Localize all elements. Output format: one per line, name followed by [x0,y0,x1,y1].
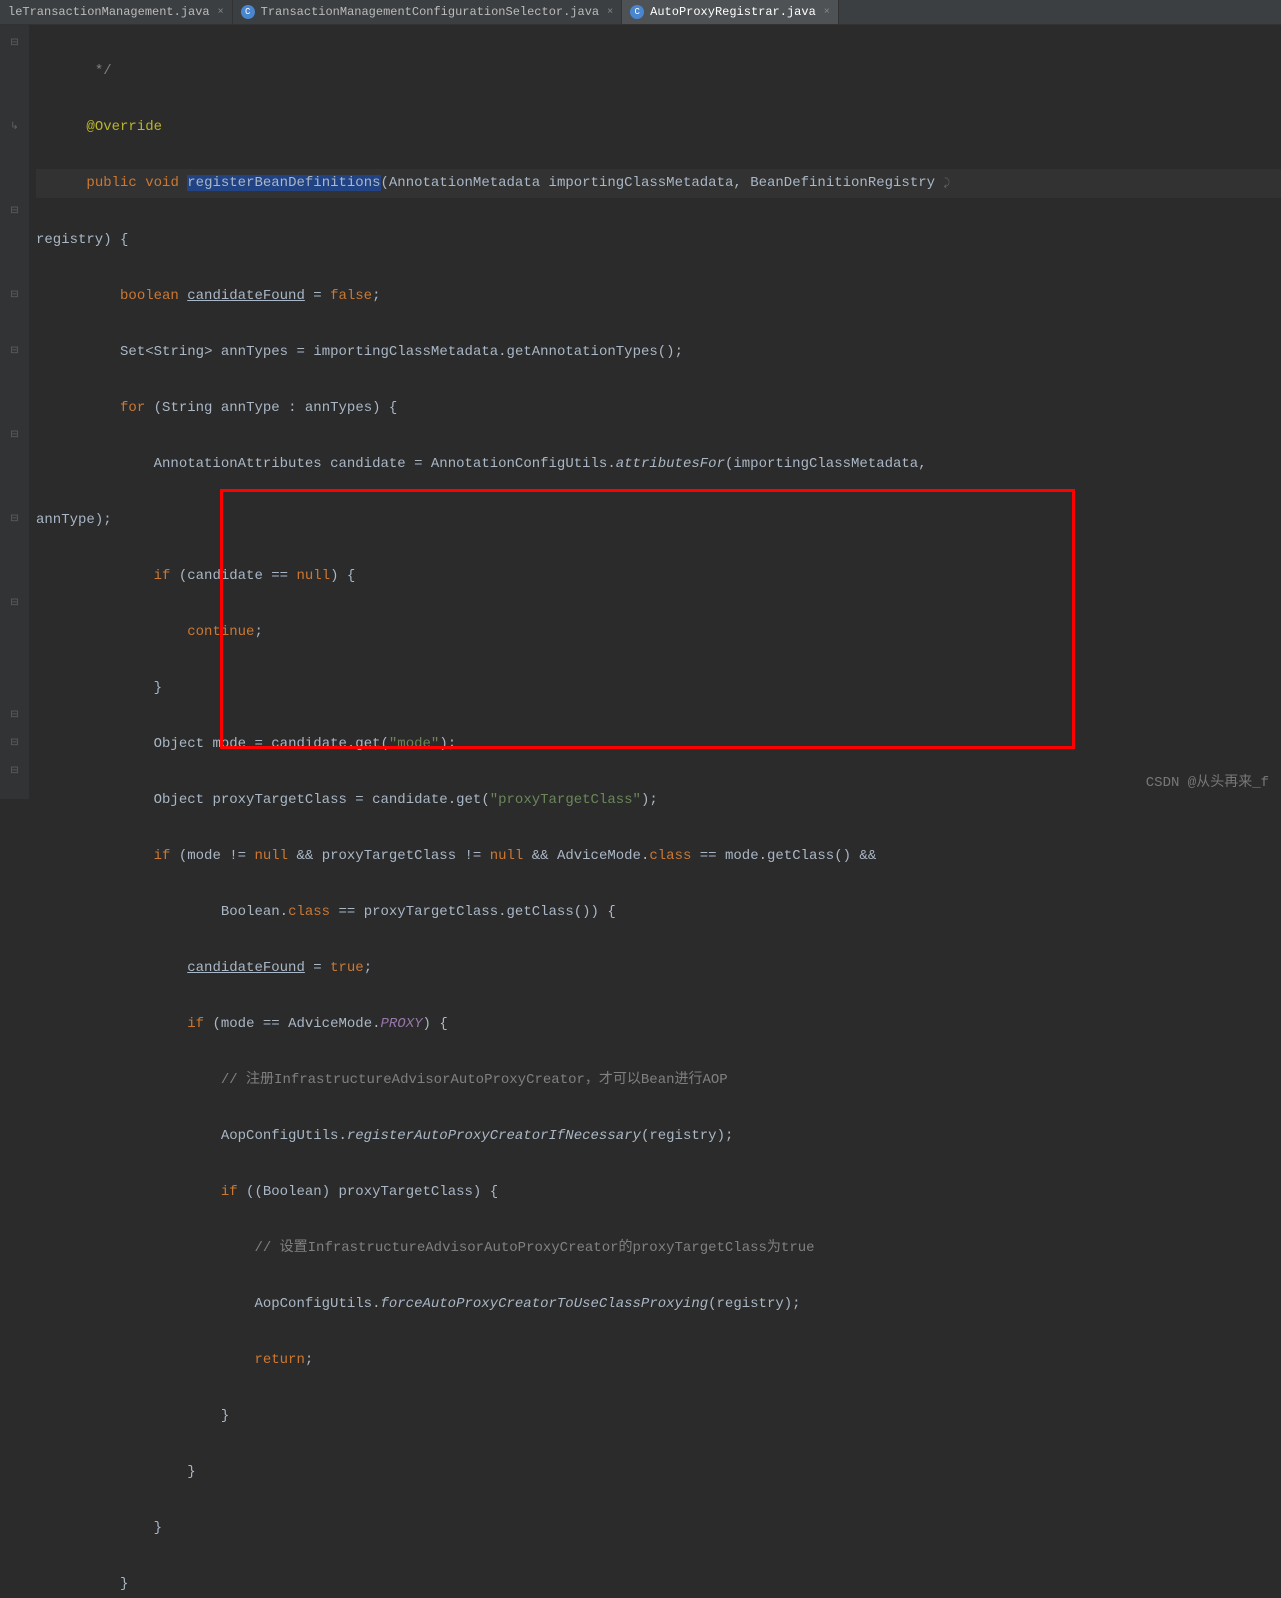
fold-icon[interactable]: ⊟ [0,505,29,533]
code-line: registry) { [36,226,1281,254]
tab-label: AutoProxyRegistrar.java [650,5,816,19]
code-line: Set<String> annTypes = importingClassMet… [36,338,1281,366]
code-line: AnnotationAttributes candidate = Annotat… [36,450,1281,478]
code-line: // 设置InfrastructureAdvisorAutoProxyCreat… [36,1234,1281,1262]
code-content[interactable]: */ @Override public void registerBeanDef… [30,25,1281,799]
tab-file-2[interactable]: C TransactionManagementConfigurationSele… [233,0,622,24]
code-line: continue; [36,618,1281,646]
fold-icon[interactable] [0,673,29,701]
fold-icon[interactable] [0,617,29,645]
fold-icon[interactable] [0,645,29,673]
fold-icon[interactable]: ⊟ [0,589,29,617]
fold-icon[interactable] [0,85,29,113]
fold-icon[interactable] [0,533,29,561]
editor-area: ⊟ ↳ ⊟ ⊟ ⊟ ⊟ ⊟ ⊟ ⊟ ⊟ ⊟ */ @Override publi… [0,25,1281,799]
fold-icon[interactable]: ⊟ [0,29,29,57]
class-icon: C [241,5,255,19]
code-line: // 注册InfrastructureAdvisorAutoProxyCreat… [36,1066,1281,1094]
code-line: Boolean.class == proxyTargetClass.getCla… [36,898,1281,926]
code-line: for (String annType : annTypes) { [36,394,1281,422]
fold-icon[interactable] [0,365,29,393]
fold-icon[interactable] [0,57,29,85]
tab-label: TransactionManagementConfigurationSelect… [261,5,599,19]
tab-label: leTransactionManagement.java [8,5,210,19]
code-line: */ [36,57,1281,85]
code-line: Object mode = candidate.get("mode"); [36,730,1281,758]
fold-icon[interactable] [0,309,29,337]
fold-icon[interactable]: ↳ [0,113,29,141]
class-icon: C [630,5,644,19]
watermark: CSDN @从头再来_f [1146,771,1269,791]
fold-icon[interactable] [0,141,29,169]
code-line: } [36,1514,1281,1542]
code-line: annType); [36,506,1281,534]
fold-icon[interactable]: ⊟ [0,197,29,225]
fold-icon[interactable]: ⊟ [0,337,29,365]
code-line: candidateFound = true; [36,954,1281,982]
fold-icon[interactable] [0,225,29,253]
code-line: return; [36,1346,1281,1374]
close-icon[interactable]: × [218,7,224,18]
code-line: if ((Boolean) proxyTargetClass) { [36,1178,1281,1206]
fold-icon[interactable]: ⊟ [0,701,29,729]
gutter: ⊟ ↳ ⊟ ⊟ ⊟ ⊟ ⊟ ⊟ ⊟ ⊟ ⊟ [0,25,30,799]
close-icon[interactable]: × [824,7,830,18]
fold-icon[interactable] [0,561,29,589]
method-name: registerBeanDefinitions [187,175,380,191]
code-line: } [36,1458,1281,1486]
tab-file-1[interactable]: leTransactionManagement.java × [0,0,233,24]
code-line: } [36,1402,1281,1430]
code-line: public void registerBeanDefinitions(Anno… [36,169,1281,198]
code-line: } [36,674,1281,702]
code-line: } [36,1570,1281,1598]
fold-icon[interactable] [0,393,29,421]
fold-icon[interactable]: ⊟ [0,729,29,757]
code-line: if (mode != null && proxyTargetClass != … [36,842,1281,870]
code-line: if (candidate == null) { [36,562,1281,590]
code-line: AopConfigUtils.registerAutoProxyCreatorI… [36,1122,1281,1150]
fold-icon[interactable]: ⊟ [0,281,29,309]
fold-icon[interactable] [0,477,29,505]
code-line: if (mode == AdviceMode.PROXY) { [36,1010,1281,1038]
tab-file-3[interactable]: C AutoProxyRegistrar.java × [622,0,839,24]
close-icon[interactable]: × [607,7,613,18]
code-line: Object proxyTargetClass = candidate.get(… [36,786,1281,814]
fold-icon[interactable] [0,449,29,477]
fold-icon[interactable] [0,253,29,281]
fold-icon[interactable]: ⊟ [0,421,29,449]
editor-tabs: leTransactionManagement.java × C Transac… [0,0,1281,25]
fold-icon[interactable] [0,169,29,197]
code-line: boolean candidateFound = false; [36,282,1281,310]
code-line: AopConfigUtils.forceAutoProxyCreatorToUs… [36,1290,1281,1318]
code-line: @Override [36,113,1281,141]
fold-icon[interactable]: ⊟ [0,757,29,785]
